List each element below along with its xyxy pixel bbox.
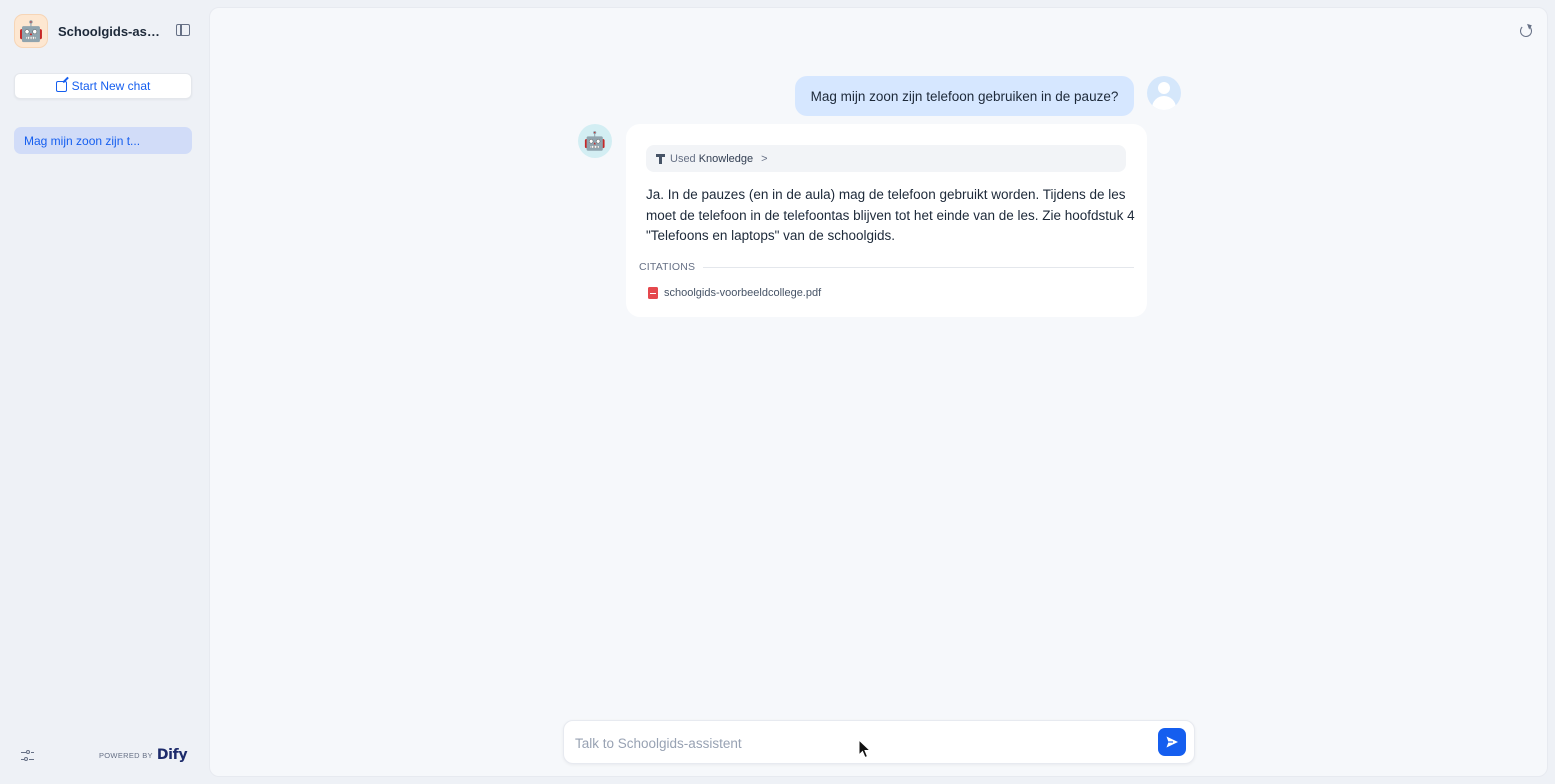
citation-name: schoolgids-voorbeeldcollege.pdf xyxy=(664,287,822,299)
sidebar-toggle-icon[interactable] xyxy=(176,24,190,36)
send-icon xyxy=(1166,736,1178,748)
citations-header: CITATIONS xyxy=(639,261,1134,273)
bot-answer-text: Ja. In de pauzes (en in de aula) mag de … xyxy=(646,187,1135,243)
citations-divider xyxy=(703,266,1134,268)
bot-avatar-icon: 🤖 xyxy=(578,124,612,158)
conversation-item[interactable]: Mag mijn zoon zijn t... xyxy=(14,127,192,154)
knowledge-used-prefix: Used xyxy=(670,152,696,165)
app-header: 🤖 Schoolgids-assi... xyxy=(14,14,198,48)
citation-item[interactable]: schoolgids-voorbeeldcollege.pdf xyxy=(648,287,821,299)
knowledge-tool-icon xyxy=(656,153,665,164)
chat-panel: Mag mijn zoon zijn telefoon gebruiken in… xyxy=(209,7,1548,777)
edit-icon xyxy=(55,80,67,92)
send-button[interactable] xyxy=(1158,728,1186,756)
citations-label: CITATIONS xyxy=(639,261,696,273)
chevron-right-icon: > xyxy=(761,152,768,165)
used-knowledge-toggle[interactable]: Used Knowledge > xyxy=(646,145,1126,172)
chat-input[interactable] xyxy=(575,732,1135,754)
user-avatar-icon xyxy=(1147,76,1181,110)
bot-message-bubble: Used Knowledge > Ja. In de pauzes (en in… xyxy=(626,124,1147,317)
powered-by-label: POWERED BY xyxy=(99,750,153,760)
conversation-item-label: Mag mijn zoon zijn t... xyxy=(24,133,141,148)
start-new-chat-button[interactable]: Start New chat xyxy=(14,73,192,99)
app-title: Schoolgids-assi... xyxy=(58,23,164,39)
powered-by: POWERED BY Dify xyxy=(99,747,188,763)
start-new-chat-label: Start New chat xyxy=(71,79,151,93)
pdf-file-icon xyxy=(648,287,658,299)
refresh-icon[interactable] xyxy=(1520,25,1532,37)
mouse-pointer-icon xyxy=(858,739,872,759)
settings-sliders-icon[interactable] xyxy=(21,750,34,762)
chat-input-box xyxy=(563,720,1195,764)
dify-logo: Dify xyxy=(156,747,188,763)
sidebar: 🤖 Schoolgids-assi... Start New chat Mag … xyxy=(0,0,206,784)
user-message-text: Mag mijn zoon zijn telefoon gebruiken in… xyxy=(810,88,1119,104)
user-message-bubble: Mag mijn zoon zijn telefoon gebruiken in… xyxy=(795,76,1134,116)
knowledge-used-label: Knowledge xyxy=(698,152,754,165)
robot-icon: 🤖 xyxy=(14,14,48,48)
